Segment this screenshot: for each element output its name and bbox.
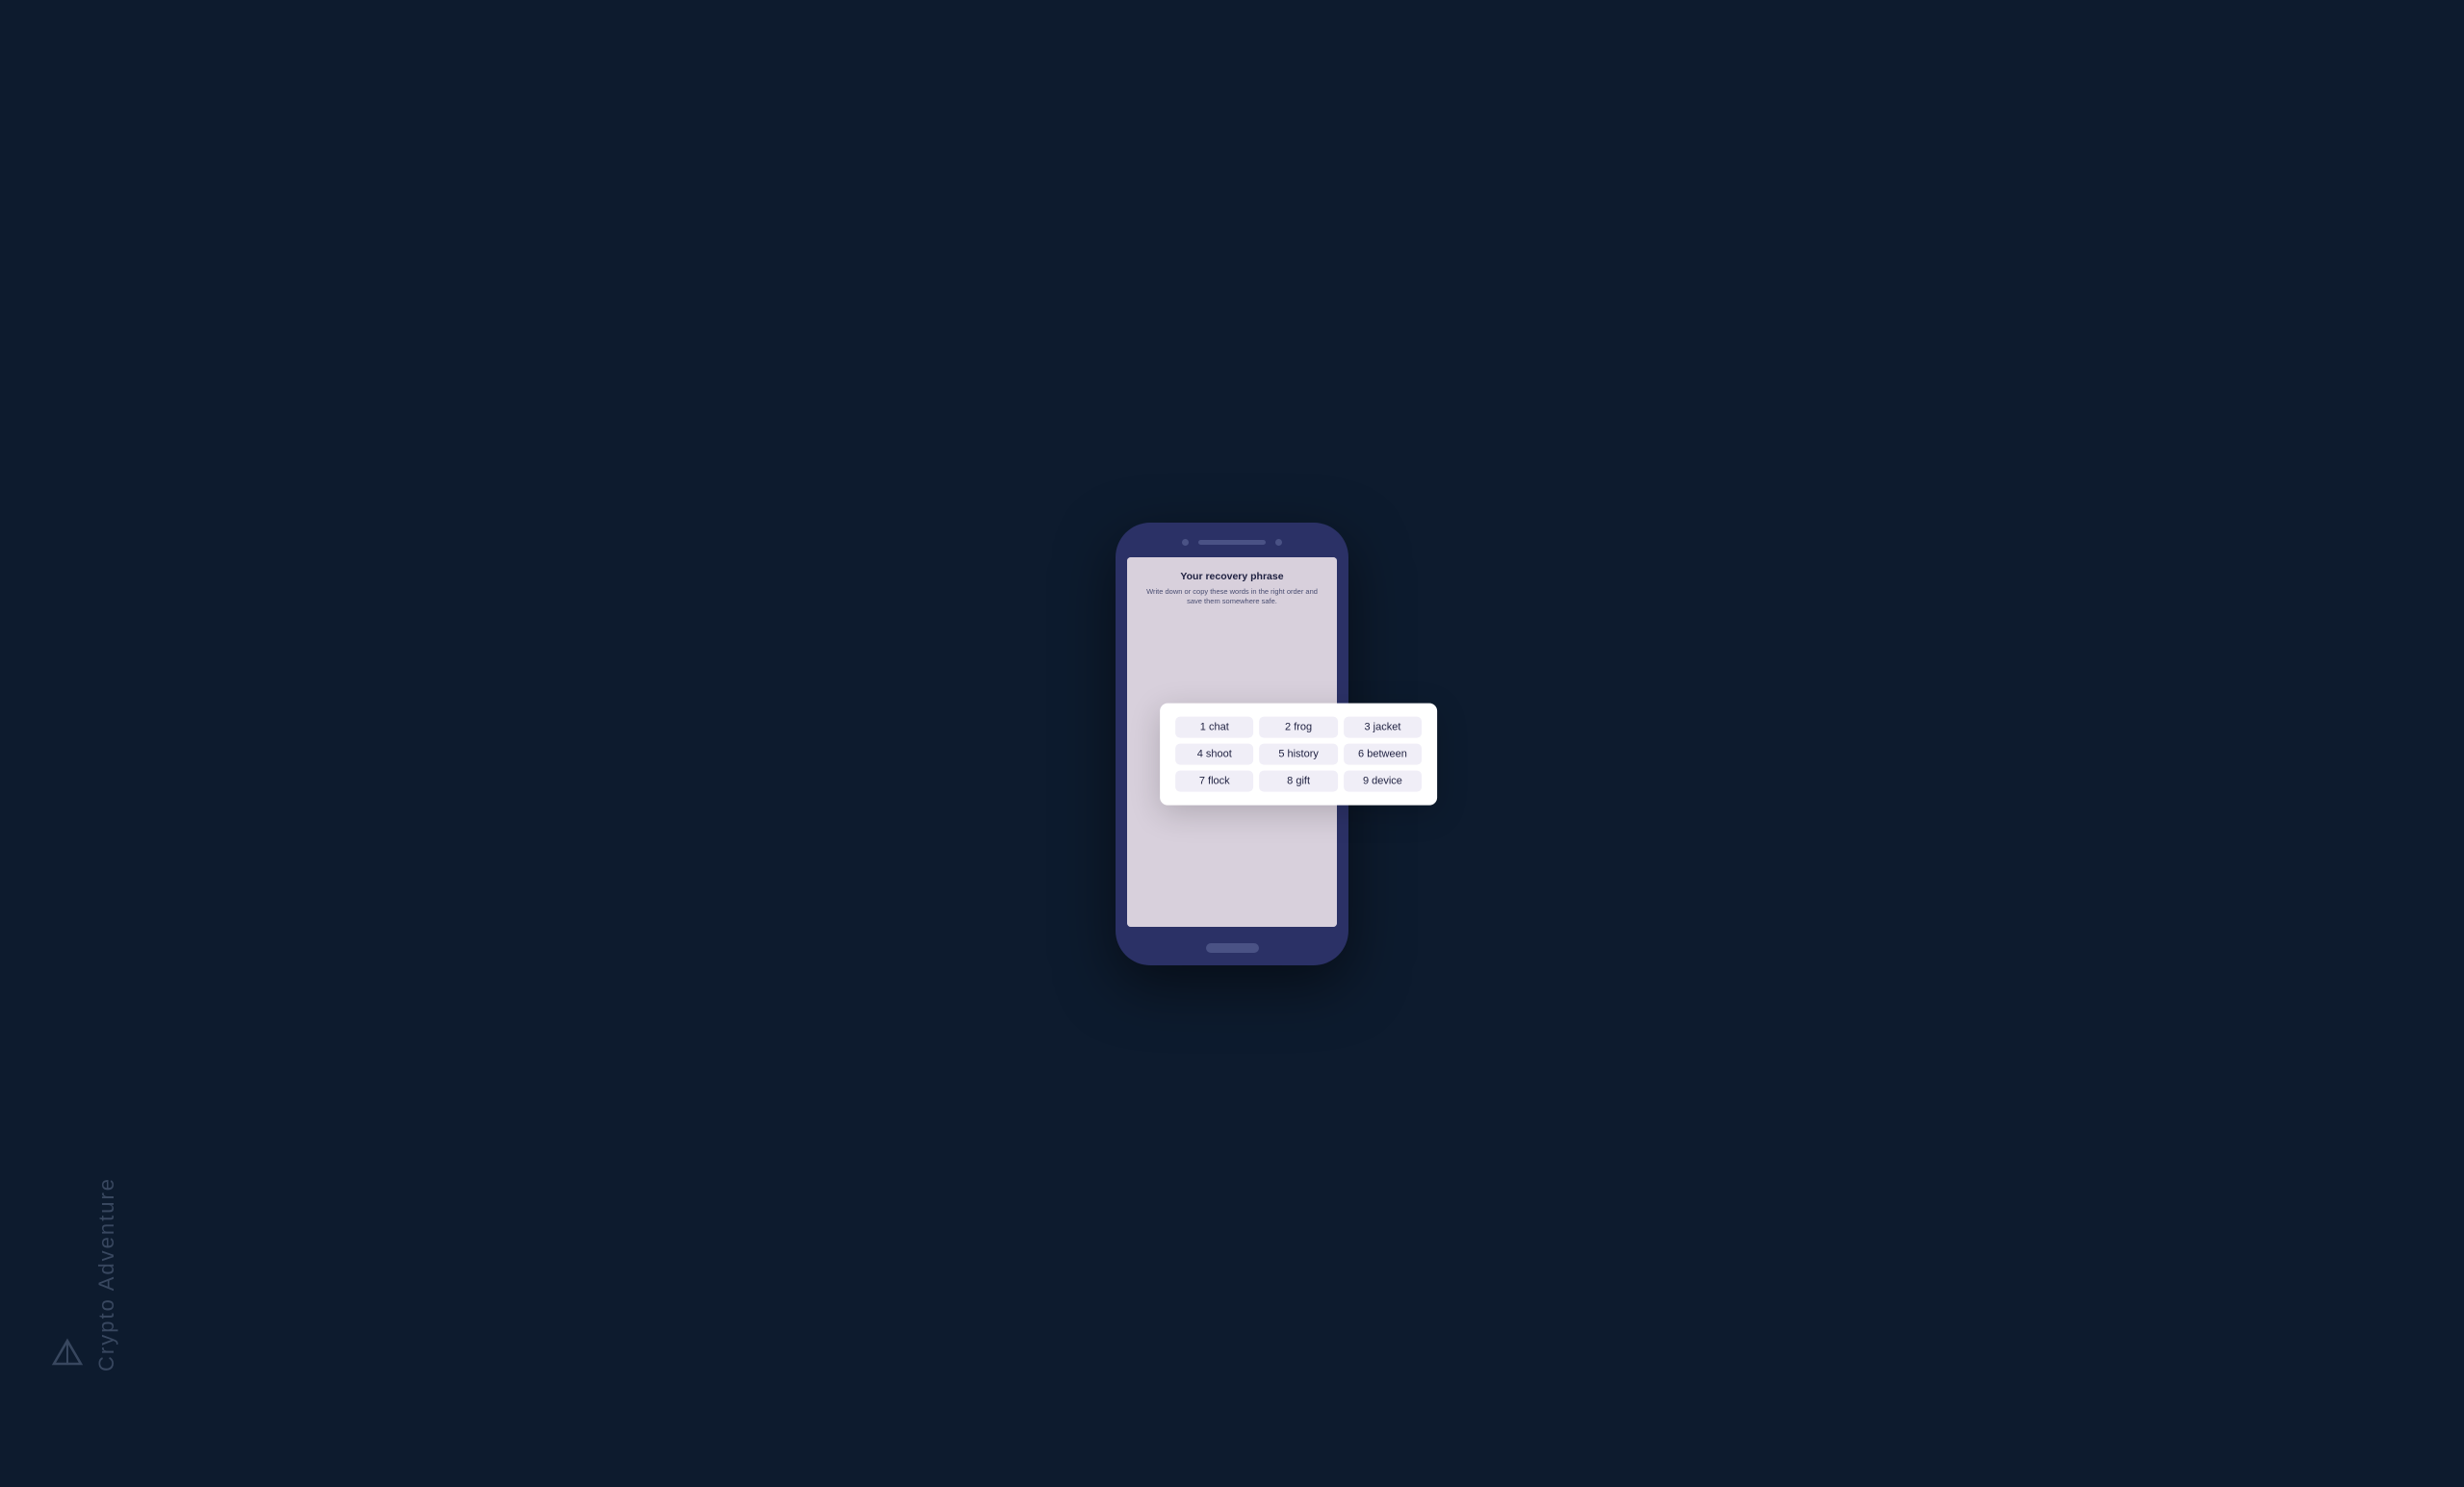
phone-top-bar: [1116, 523, 1348, 553]
phrase-word-7: 7 flock: [1175, 770, 1253, 791]
phrase-word-3: 3 jacket: [1344, 716, 1422, 737]
phrase-word-4: 4 shoot: [1175, 743, 1253, 764]
screen-subtitle: Write down or copy these words in the ri…: [1139, 587, 1325, 607]
recovery-phrase-card: 1 chat 2 frog 3 jacket 4 shoot 5 history 6 be…: [1160, 703, 1437, 805]
phrase-word-8: 8 gift: [1259, 770, 1337, 791]
watermark: Crypto Adventure: [50, 1177, 119, 1372]
phrase-word-2: 2 frog: [1259, 716, 1337, 737]
watermark-label: Crypto Adventure: [94, 1177, 119, 1372]
phone-home-button[interactable]: [1206, 943, 1259, 953]
phrase-word-1: 1 chat: [1175, 716, 1253, 737]
crypto-adventure-logo-icon: [50, 1337, 85, 1372]
phrase-word-9: 9 device: [1344, 770, 1422, 791]
screen-header: Your recovery phrase Write down or copy …: [1127, 557, 1337, 617]
phone-bottom: [1206, 931, 1259, 965]
phone-dot-right: [1275, 539, 1282, 546]
phone-speaker: [1198, 540, 1266, 545]
phone-dot-left: [1182, 539, 1189, 546]
phrase-word-5: 5 history: [1259, 743, 1337, 764]
phrase-word-6: 6 between: [1344, 743, 1422, 764]
screen-title: Your recovery phrase: [1139, 571, 1325, 582]
phrase-grid: 1 chat 2 frog 3 jacket 4 shoot 5 history 6 be…: [1175, 716, 1422, 791]
phone-scene: Your recovery phrase Write down or copy …: [1116, 523, 1348, 965]
